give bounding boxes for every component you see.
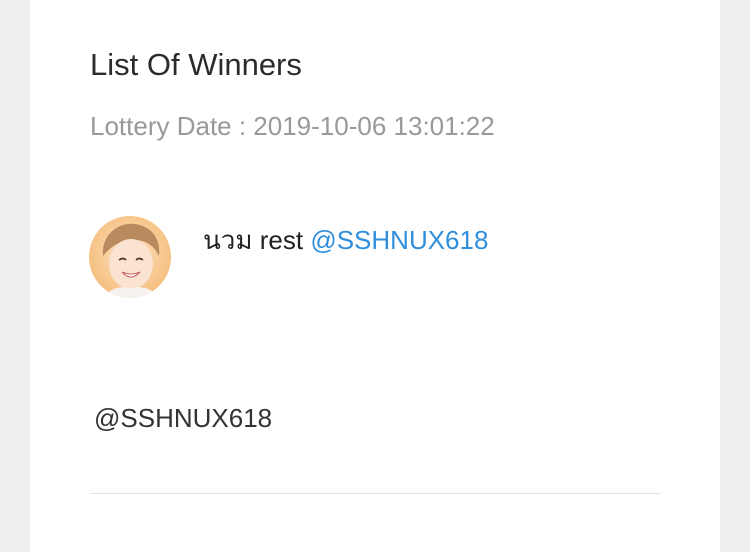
winner-entry: นวม rest @SSHNUX618 <box>203 220 488 261</box>
avatar-photo <box>89 216 171 298</box>
winner-handle-link[interactable]: @SSHNUX618 <box>310 225 488 255</box>
avatar[interactable] <box>89 216 171 298</box>
winners-card: List Of Winners Lottery Date : 2019-10-0… <box>30 0 720 552</box>
lottery-date: Lottery Date : 2019-10-06 13:01:22 <box>90 111 495 141</box>
comment-text: @SSHNUX618 <box>94 403 273 433</box>
page-title: List Of Winners <box>90 47 302 82</box>
divider <box>90 493 661 494</box>
winner-name: นวม rest <box>203 225 304 255</box>
